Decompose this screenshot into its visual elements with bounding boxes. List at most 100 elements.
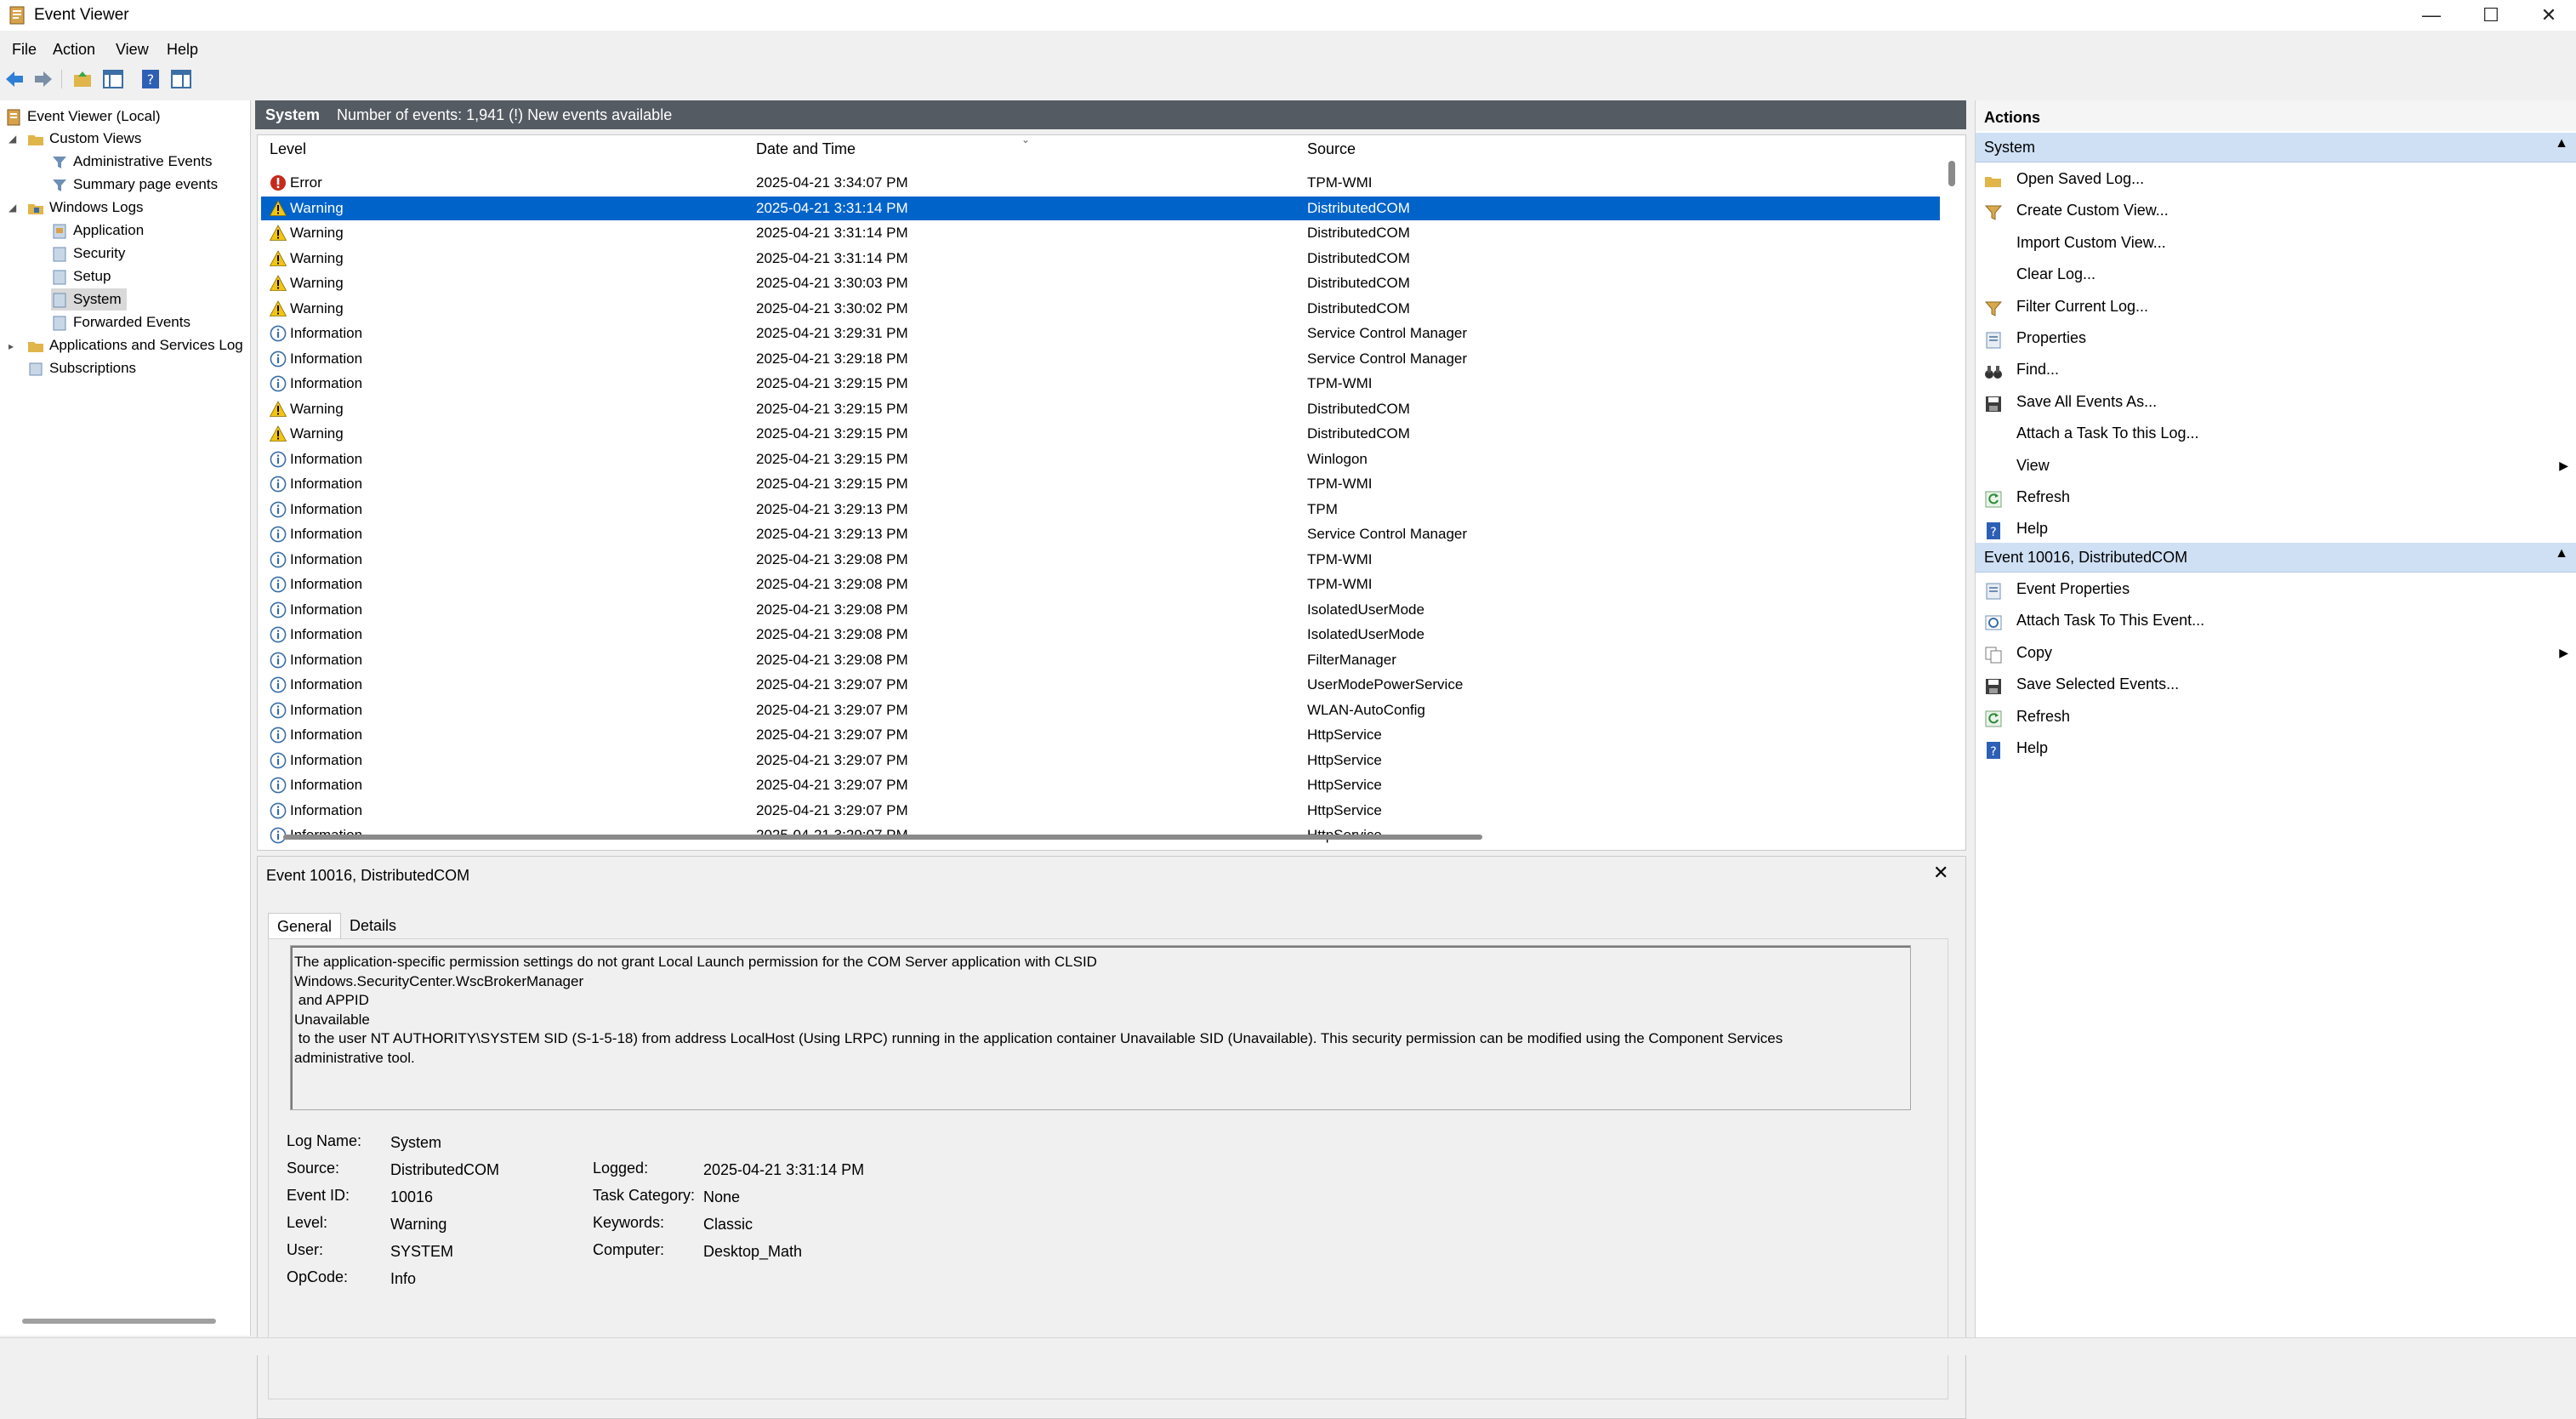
event-row[interactable]: Information 2025-04-21 3:29:15 PM TPM-WMI [261,472,1940,496]
action-label: Save Selected Events... [2016,675,2180,693]
event-source: TPM [1307,500,1338,517]
up-folder-icon[interactable] [71,68,94,90]
action-refresh[interactable]: Refresh [1976,482,2576,512]
event-row[interactable]: Warning 2025-04-21 3:31:14 PM DistributedC… [261,247,1940,271]
column-header-date[interactable]: Date and Time [756,140,856,158]
event-source: HttpService [1307,727,1382,743]
minimize-button[interactable]: — [2402,0,2461,31]
column-header-level[interactable]: Level [270,140,306,158]
event-source: HttpService [1307,751,1382,768]
action-help[interactable]: ? Help [1976,732,2576,763]
menu-action[interactable]: Action [53,41,95,59]
event-row[interactable]: Information 2025-04-21 3:29:15 PM Winlogon [261,447,1940,471]
event-row[interactable]: Information 2025-04-21 3:29:15 PM TPM-WMI [261,372,1940,396]
action-find[interactable]: Find... [1976,354,2576,385]
event-row[interactable]: Warning 2025-04-21 3:31:14 PM DistributedC… [261,196,1940,220]
action-label: Filter Current Log... [2016,297,2149,315]
event-row[interactable]: Information 2025-04-21 3:29:08 PM TPM-WMI [261,573,1940,596]
event-row[interactable]: Warning 2025-04-21 3:30:02 PM DistributedC… [261,297,1940,321]
event-row[interactable]: Warning 2025-04-21 3:30:03 PM DistributedC… [261,271,1940,295]
refresh-icon [1984,708,2003,727]
show-hide-action-pane-icon[interactable] [170,68,192,90]
event-row[interactable]: Error 2025-04-21 3:34:07 PM TPM-WMI [261,171,1940,195]
event-row[interactable]: Information 2025-04-21 3:29:07 PM UserMode… [261,673,1940,697]
event-level: Information [290,701,363,718]
event-row[interactable]: Information 2025-04-21 3:29:13 PM Service … [261,522,1940,546]
action-import-custom-view[interactable]: Import Custom View... [1976,227,2576,258]
show-hide-tree-icon[interactable] [102,68,124,90]
collapse-caret-icon[interactable]: ▲ [2555,546,2568,561]
action-label: Clear Log... [2016,265,2096,283]
event-row[interactable]: Information 2025-04-21 3:29:07 PM HttpServ… [261,799,1940,823]
action-properties[interactable]: Properties [1976,322,2576,353]
event-row[interactable]: Information 2025-04-21 3:29:07 PM HttpServ… [261,723,1940,747]
event-row[interactable]: Information 2025-04-21 3:29:13 PM TPM [261,498,1940,521]
event-row[interactable]: Information 2025-04-21 3:29:08 PM FilterMa… [261,648,1940,672]
maximize-button[interactable]: ☐ [2461,0,2521,31]
collapse-chevron-icon[interactable]: ◢ [9,202,16,214]
tree-node-subscriptions[interactable]: Subscriptions [27,357,136,379]
back-arrow-icon[interactable] [3,68,26,90]
column-header-source[interactable]: Source [1307,140,1356,158]
menu-file[interactable]: File [12,41,37,59]
action-create-custom-view[interactable]: Create Custom View... [1976,195,2576,225]
tab-general[interactable]: General [268,913,342,939]
expand-chevron-icon[interactable]: ▸ [9,340,14,352]
tree-node-security[interactable]: Security [51,242,125,265]
tree-node-custom-views[interactable]: Custom Views [27,128,141,150]
event-row[interactable]: Information 2025-04-21 3:29:07 PM HttpServ… [261,749,1940,772]
menu-view[interactable]: View [116,41,149,59]
tree-node-administrative-events[interactable]: Administrative Events [51,151,212,173]
tree-node-forwarded-events[interactable]: Forwarded Events [51,311,190,333]
grid-horizontal-scrollbar[interactable] [283,835,1482,840]
action-open-saved-log[interactable]: Open Saved Log... [1976,163,2576,194]
event-row[interactable]: Information 2025-04-21 3:29:08 PM TPM-WMI [261,548,1940,572]
action-attach-task-to-this-event[interactable]: Attach Task To This Event... [1976,605,2576,635]
forward-arrow-icon[interactable] [32,68,54,90]
event-row[interactable]: Information 2025-04-21 3:29:07 PM HttpServ… [261,773,1940,797]
event-row[interactable]: Information 2025-04-21 3:29:31 PM Service … [261,322,1940,345]
event-date: 2025-04-21 3:31:14 PM [756,225,908,241]
tree-node-system[interactable]: System [51,288,127,311]
action-save-all-events-as[interactable]: Save All Events As... [1976,386,2576,417]
tree-node-application[interactable]: Application [51,219,144,242]
value-event-id: 10016 [390,1188,434,1205]
action-refresh[interactable]: Refresh [1976,701,2576,732]
tree-node-event-viewer-local[interactable]: Event Viewer (Local) [5,105,161,128]
action-view[interactable]: View ▶ [1976,450,2576,481]
tree-label: Applications and Services Log [49,337,243,353]
help-icon[interactable]: ? [139,68,162,90]
close-button[interactable]: ✕ [2519,0,2576,31]
event-row[interactable]: Information 2025-04-21 3:29:08 PM Isolated… [261,623,1940,647]
actions-section-system[interactable]: System ▲ [1976,133,2576,162]
collapse-caret-icon[interactable]: ▲ [2555,136,2568,151]
close-detail-icon[interactable]: ✕ [1933,862,1948,884]
event-row[interactable]: Information 2025-04-21 3:29:18 PM Service … [261,347,1940,371]
action-clear-log[interactable]: Clear Log... [1976,259,2576,289]
menu-help[interactable]: Help [167,41,198,59]
tree-node-setup[interactable]: Setup [51,265,111,288]
action-copy[interactable]: Copy ▶ [1976,637,2576,668]
tab-details[interactable]: Details [341,913,405,938]
event-row[interactable]: Warning 2025-04-21 3:29:15 PM DistributedC… [261,397,1940,421]
tree-node-summary-page-events[interactable]: Summary page events [51,174,218,196]
action-event-properties[interactable]: Event Properties [1976,573,2576,604]
tree-node-applications-services-logs[interactable]: Applications and Services Log [27,334,243,356]
event-row[interactable]: Warning 2025-04-21 3:31:14 PM DistributedC… [261,221,1940,245]
action-save-selected-events[interactable]: Save Selected Events... [1976,669,2576,699]
event-source: DistributedCOM [1307,199,1410,216]
event-row[interactable]: Information 2025-04-21 3:29:08 PM Isolated… [261,598,1940,622]
event-source: Service Control Manager [1307,526,1468,542]
action-help[interactable]: ? Help [1976,513,2576,544]
tree-node-windows-logs[interactable]: Windows Logs [27,197,144,219]
collapse-chevron-icon[interactable]: ◢ [9,133,16,145]
event-row[interactable]: Warning 2025-04-21 3:29:15 PM DistributedC… [261,422,1940,446]
actions-section-event[interactable]: Event 10016, DistributedCOM ▲ [1976,543,2576,573]
action-attach-a-task-to-this-log[interactable]: Attach a Task To this Log... [1976,418,2576,448]
event-message-box[interactable]: The application-specific permission sett… [290,945,1911,1110]
grid-vertical-scrollbar[interactable] [1948,161,1955,186]
action-filter-current-log[interactable]: Filter Current Log... [1976,291,2576,322]
event-row[interactable]: Information 2025-04-21 3:29:07 PM WLAN-Aut… [261,698,1940,722]
tree-horizontal-scrollbar[interactable] [22,1319,216,1324]
tree-label: Custom Views [49,130,142,146]
